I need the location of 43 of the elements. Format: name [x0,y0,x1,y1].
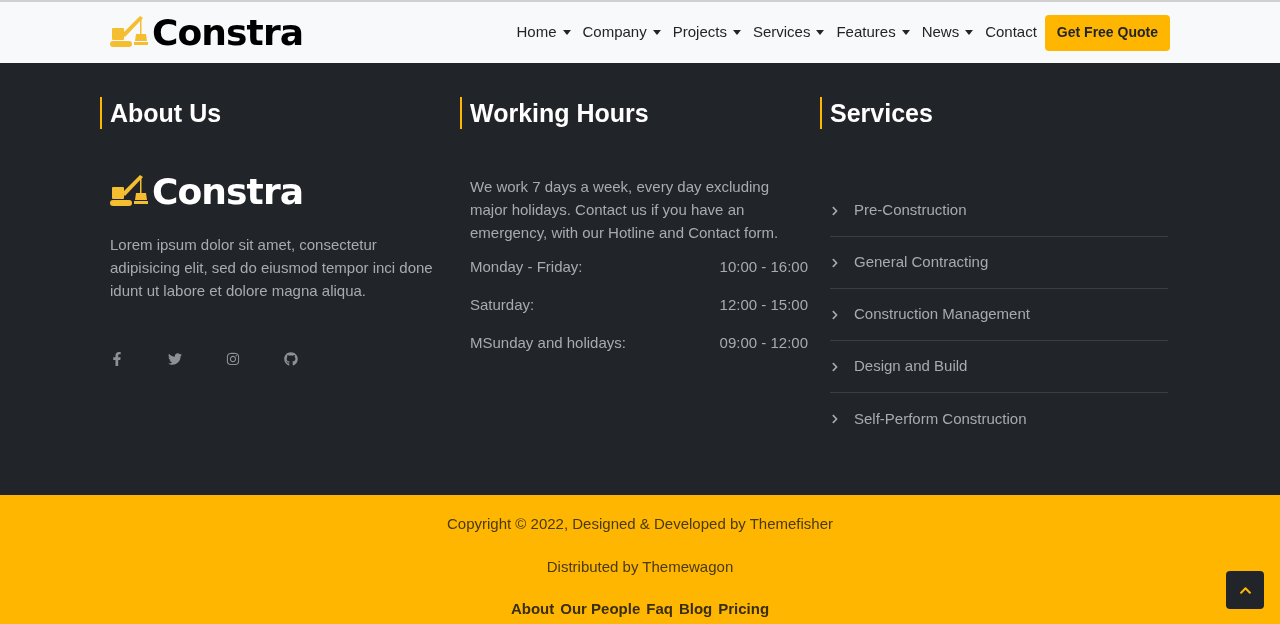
day-label: Saturday: [470,295,535,315]
footer-link[interactable]: Blog [678,598,713,621]
footer-link[interactable]: Pricing [718,598,770,621]
chevron-icon [830,361,840,372]
facebook-icon[interactable] [110,352,124,366]
service-link[interactable]: Construction Management [830,303,1030,326]
nav-link[interactable]: Contact [979,21,1043,44]
nav-link[interactable]: Services [746,21,831,44]
nav-link[interactable]: Home [510,21,577,44]
nav-link[interactable]: Company [576,21,667,44]
chevron-icon [830,257,840,268]
day-label: MSunday and holidays: [470,333,626,353]
get-quote-button[interactable]: Get Free Quote [1044,14,1170,51]
twitter-icon[interactable] [168,352,182,366]
footer-link[interactable]: Faq [646,598,673,621]
github-icon[interactable] [284,352,298,366]
section-heading: About Us [100,97,460,129]
footer-link[interactable]: About [510,598,555,621]
distributed-text: Distributed by Themewagon [546,556,734,577]
service-link[interactable]: Pre-Construction [830,199,967,222]
chevron-icon [830,414,840,424]
time-range: 10:00 - 16:00 [719,257,808,277]
hours-text: We work 7 days a week, every day excluding major holidays. Contact us if you have an emergency, with our Hotline and Contact form. [470,177,780,243]
chevron-icon [830,309,840,320]
time-range: 09:00 - 12:00 [719,333,808,353]
back-to-top-button[interactable] [1226,571,1264,609]
nav-link[interactable]: Projects [666,21,747,44]
chevron-icon [830,205,840,216]
service-link[interactable]: Design and Build [830,355,968,378]
section-heading: Services [820,97,1180,129]
nav-link[interactable]: News [915,21,980,44]
time-range: 12:00 - 15:00 [719,295,808,315]
footer-link[interactable]: Our People [560,598,641,621]
service-link[interactable]: General Contracting [830,251,989,274]
copyright-text: Copyright © 2022, Designed & Developed by Themefisher [447,514,833,534]
day-label: Monday - Friday: [470,257,583,277]
section-heading: Working Hours [460,97,820,129]
service-link[interactable]: Self-Perform Construction [830,407,1027,431]
instagram-icon[interactable] [226,352,240,366]
nav-link[interactable]: Features [830,21,916,44]
about-text: Lorem ipsum dolor sit amet, consectetur adipisicing elit, sed do eiusmod tempor inci done idunt ut labore et dolore magna aliqua. [110,235,434,301]
logo-text: Constra [152,174,304,210]
logo-text: Constra [152,14,304,51]
